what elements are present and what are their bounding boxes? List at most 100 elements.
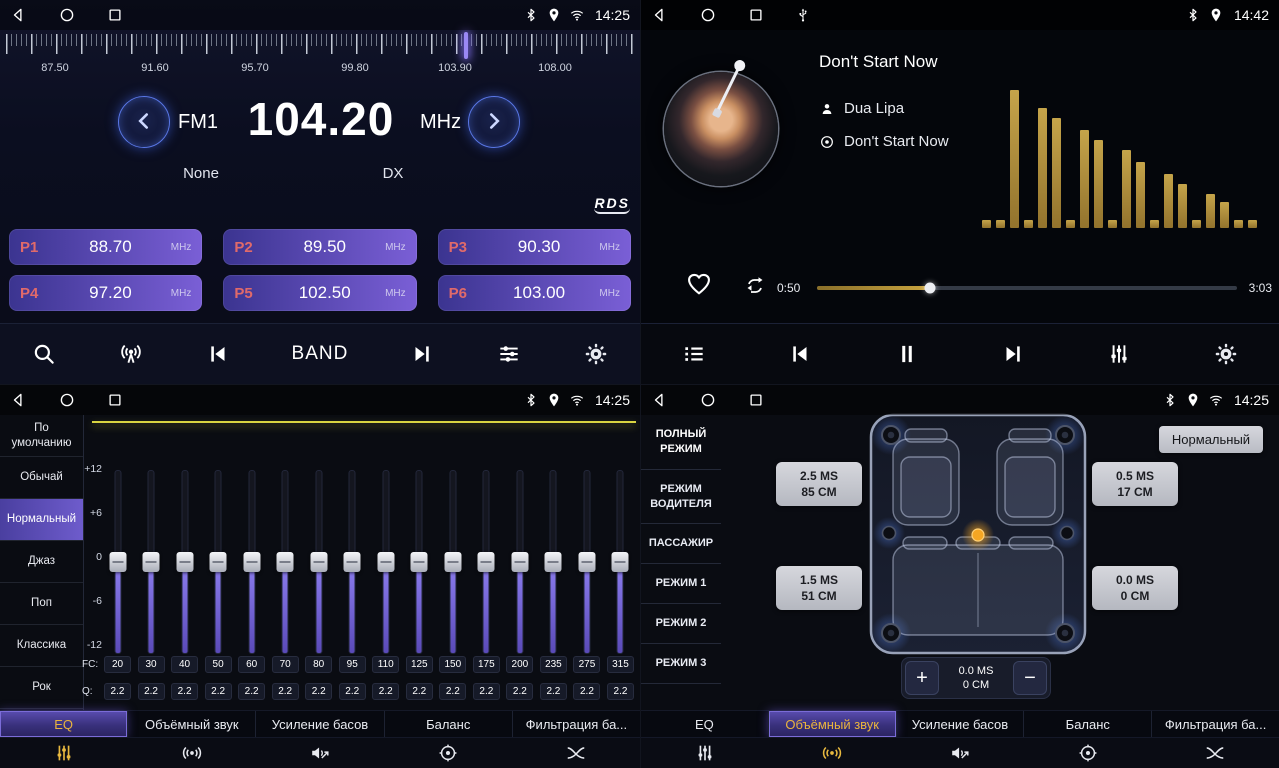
band-button[interactable]: BAND bbox=[292, 343, 349, 365]
gear-icon[interactable] bbox=[1213, 341, 1239, 367]
preset-button-p2[interactable]: P289.50MHz bbox=[223, 229, 416, 265]
eq-preset-item[interactable]: Рок bbox=[0, 667, 83, 709]
repeat-icon[interactable] bbox=[743, 274, 767, 298]
home-icon[interactable] bbox=[58, 6, 76, 24]
home-icon[interactable] bbox=[699, 391, 717, 409]
eq-slider-handle[interactable] bbox=[612, 552, 629, 572]
eq-band-slider[interactable] bbox=[171, 471, 198, 653]
eq-band-slider[interactable] bbox=[138, 471, 165, 653]
eq-band-slider[interactable] bbox=[406, 471, 433, 653]
previous-track-icon[interactable] bbox=[787, 341, 813, 367]
soundfield-mode-item[interactable]: РЕЖИМ 1 bbox=[641, 564, 721, 604]
tab-усиление-басов[interactable]: Усиление басов bbox=[896, 711, 1024, 737]
bass-boost-icon[interactable] bbox=[896, 738, 1024, 768]
eq-band-slider[interactable] bbox=[372, 471, 399, 653]
tab-фильтрация-ба-[interactable]: Фильтрация ба... bbox=[1151, 711, 1279, 737]
eq-preset-item[interactable]: Поп bbox=[0, 583, 83, 625]
eq-slider-handle[interactable] bbox=[377, 552, 394, 572]
search-icon[interactable] bbox=[31, 341, 57, 367]
delay-rear-left-button[interactable]: 1.5 MS 51 CM bbox=[776, 566, 862, 610]
recents-icon[interactable] bbox=[106, 6, 124, 24]
eq-band-slider[interactable] bbox=[272, 471, 299, 653]
eq-band-slider[interactable] bbox=[305, 471, 332, 653]
tab-баланс[interactable]: Баланс bbox=[384, 711, 512, 737]
eq-slider-handle[interactable] bbox=[243, 552, 260, 572]
eq-slider-handle[interactable] bbox=[109, 552, 126, 572]
decrease-delay-button[interactable]: − bbox=[1013, 661, 1047, 695]
album-art[interactable] bbox=[664, 72, 778, 186]
progress-bar[interactable] bbox=[817, 286, 1237, 290]
eq-band-slider[interactable] bbox=[238, 471, 265, 653]
eq-band-slider[interactable] bbox=[573, 471, 600, 653]
tuner-settings-icon[interactable] bbox=[496, 341, 522, 367]
soundfield-mode-item[interactable]: ПОЛНЫЙ РЕЖИМ bbox=[641, 415, 721, 470]
eq-slider-handle[interactable] bbox=[478, 552, 495, 572]
progress-thumb[interactable] bbox=[925, 283, 936, 294]
eq-band-slider[interactable] bbox=[104, 471, 131, 653]
tab-eq[interactable]: EQ bbox=[641, 711, 768, 737]
soundfield-mode-item[interactable]: РЕЖИМ ВОДИТЕЛЯ bbox=[641, 470, 721, 525]
home-icon[interactable] bbox=[58, 391, 76, 409]
eq-band-slider[interactable] bbox=[473, 471, 500, 653]
eq-slider-handle[interactable] bbox=[176, 552, 193, 572]
tab-eq[interactable]: EQ bbox=[0, 711, 127, 737]
eq-slider-handle[interactable] bbox=[444, 552, 461, 572]
next-track-icon[interactable] bbox=[409, 341, 435, 367]
back-icon[interactable] bbox=[651, 391, 669, 409]
preset-button-p4[interactable]: P497.20MHz bbox=[9, 275, 202, 311]
tab-объёмный-звук[interactable]: Объёмный звук bbox=[768, 711, 896, 737]
eq-sliders-icon[interactable] bbox=[641, 738, 769, 768]
tab-фильтрация-ба-[interactable]: Фильтрация ба... bbox=[512, 711, 640, 737]
pause-icon[interactable] bbox=[894, 341, 920, 367]
eq-preset-item[interactable]: По умолчанию bbox=[0, 415, 83, 457]
soundfield-mode-item[interactable]: РЕЖИМ 2 bbox=[641, 604, 721, 644]
preset-button-p3[interactable]: P390.30MHz bbox=[438, 229, 631, 265]
gear-icon[interactable] bbox=[583, 341, 609, 367]
crossover-filter-icon[interactable] bbox=[512, 738, 640, 768]
car-cabin-diagram[interactable] bbox=[869, 413, 1087, 655]
eq-band-slider[interactable] bbox=[205, 471, 232, 653]
next-track-icon[interactable] bbox=[1000, 341, 1026, 367]
surround-sound-icon[interactable] bbox=[128, 738, 256, 768]
eq-slider-handle[interactable] bbox=[143, 552, 160, 572]
eq-slider-handle[interactable] bbox=[411, 552, 428, 572]
eq-preset-item[interactable]: Классика bbox=[0, 625, 83, 667]
tab-баланс[interactable]: Баланс bbox=[1023, 711, 1151, 737]
frequency-scale[interactable]: 87.5091.6095.7099.80103.90108.00 bbox=[0, 32, 640, 80]
eq-band-slider[interactable] bbox=[439, 471, 466, 653]
eq-preset-item[interactable]: Нормальный bbox=[0, 499, 83, 541]
eq-preset-item[interactable]: Джаз bbox=[0, 541, 83, 583]
playlist-icon[interactable] bbox=[681, 341, 707, 367]
eq-slider-handle[interactable] bbox=[511, 552, 528, 572]
eq-preset-item[interactable]: Обычай bbox=[0, 457, 83, 499]
eq-slider-handle[interactable] bbox=[310, 552, 327, 572]
increase-delay-button[interactable]: + bbox=[905, 661, 939, 695]
favorite-icon[interactable] bbox=[685, 270, 713, 298]
eq-slider-handle[interactable] bbox=[344, 552, 361, 572]
recents-icon[interactable] bbox=[106, 391, 124, 409]
delay-rear-right-button[interactable]: 0.0 MS 0 CM bbox=[1092, 566, 1178, 610]
recents-icon[interactable] bbox=[747, 6, 765, 24]
preset-button-p5[interactable]: P5102.50MHz bbox=[223, 275, 416, 311]
sound-preset-button[interactable]: Нормальный bbox=[1159, 426, 1263, 453]
preset-button-p1[interactable]: P188.70MHz bbox=[9, 229, 202, 265]
back-icon[interactable] bbox=[651, 6, 669, 24]
eq-slider-handle[interactable] bbox=[578, 552, 595, 572]
delay-front-left-button[interactable]: 2.5 MS 85 CM bbox=[776, 462, 862, 506]
mixer-icon[interactable] bbox=[1106, 341, 1132, 367]
tab-усиление-басов[interactable]: Усиление басов bbox=[255, 711, 383, 737]
delay-front-right-button[interactable]: 0.5 MS 17 CM bbox=[1092, 462, 1178, 506]
preset-button-p6[interactable]: P6103.00MHz bbox=[438, 275, 631, 311]
recents-icon[interactable] bbox=[747, 391, 765, 409]
tab-объёмный-звук[interactable]: Объёмный звук bbox=[127, 711, 255, 737]
previous-track-icon[interactable] bbox=[205, 341, 231, 367]
eq-band-slider[interactable] bbox=[607, 471, 634, 653]
balance-icon[interactable] bbox=[384, 738, 512, 768]
broadcast-icon[interactable] bbox=[118, 341, 144, 367]
back-icon[interactable] bbox=[10, 391, 28, 409]
eq-slider-handle[interactable] bbox=[277, 552, 294, 572]
bass-boost-icon[interactable] bbox=[256, 738, 384, 768]
crossover-filter-icon[interactable] bbox=[1151, 738, 1279, 768]
surround-sound-icon[interactable] bbox=[769, 738, 897, 768]
tune-up-button[interactable] bbox=[468, 96, 520, 148]
